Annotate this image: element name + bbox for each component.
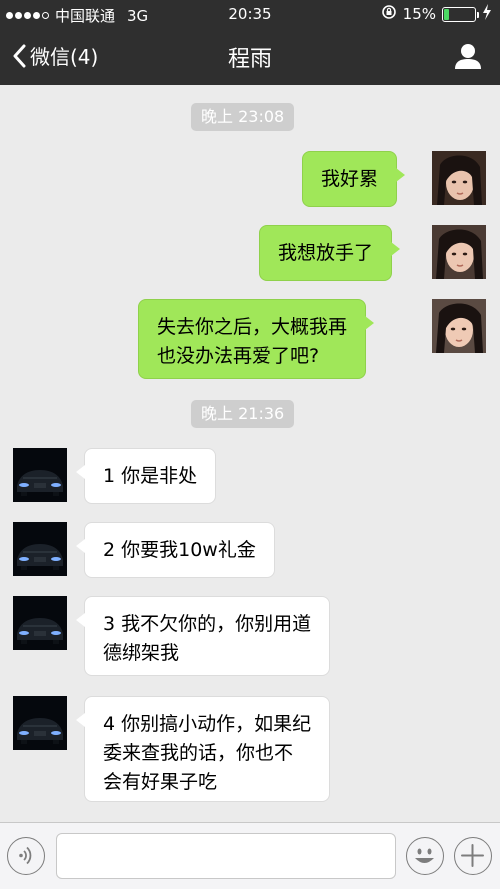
- message-bubble-received[interactable]: 4 你别搞小动作，如果纪 委来查我的话，你也不 会有好果子吃: [75, 696, 331, 802]
- rotation-lock-icon: [381, 4, 397, 24]
- message-bubble-received[interactable]: 3 我不欠你的，你别用道 德绑架我: [75, 596, 331, 676]
- contact-avatar[interactable]: [13, 522, 67, 576]
- status-bar: 中国联通 3G 20:35 15%: [0, 0, 500, 28]
- timestamp-chip: 晚上 21:36: [191, 400, 295, 428]
- contact-avatar[interactable]: [13, 448, 67, 502]
- message-bubble-sent[interactable]: 我想放手了: [259, 225, 401, 281]
- contact-avatar[interactable]: [13, 596, 67, 650]
- nav-bar: 微信(4) 程雨: [0, 28, 500, 85]
- message-bubble-received[interactable]: 1 你是非处: [75, 448, 217, 504]
- contact-profile-button[interactable]: [454, 42, 482, 70]
- smiley-icon: [415, 848, 434, 863]
- message-bubble-sent[interactable]: 失去你之后，大概我再 也没办法再爱了吧?: [138, 299, 375, 379]
- message-text: 我想放手了: [278, 242, 374, 264]
- message-text-line: 也没办法再爱了吧?: [157, 345, 320, 367]
- message-text-line: 德绑架我: [103, 642, 180, 664]
- message-text-input[interactable]: [56, 833, 396, 879]
- status-right: 15%: [381, 4, 492, 24]
- message-text: 我好累: [321, 168, 379, 190]
- voice-toggle-button[interactable]: [7, 837, 45, 875]
- chat-messages[interactable]: 晚上 23:08 我好累 我想放手了 失去你之后，大概我再 也没办法再爱了吧? …: [0, 85, 500, 822]
- message-text: 2 你要我10w礼金: [103, 539, 256, 561]
- my-avatar[interactable]: [432, 299, 486, 353]
- message-input-bar: [0, 822, 500, 889]
- my-avatar[interactable]: [432, 225, 486, 279]
- timestamp-chip: 晚上 23:08: [191, 103, 295, 131]
- message-text-line: 3 我不欠你的，你别用道: [103, 613, 312, 635]
- message-bubble-sent[interactable]: 我好累: [302, 151, 406, 207]
- chevron-left-icon: [13, 44, 26, 67]
- plus-icon: [461, 844, 484, 867]
- message-text-line: 4 你别搞小动作，如果纪: [103, 713, 312, 735]
- battery-fill: [444, 8, 449, 20]
- person-icon: [455, 44, 481, 69]
- back-button-label: 微信(4): [30, 45, 99, 69]
- battery-icon: [442, 6, 479, 22]
- message-text-line: 失去你之后，大概我再: [157, 316, 348, 338]
- voice-icon: [19, 846, 32, 865]
- contact-avatar[interactable]: [13, 696, 67, 750]
- message-bubble-received[interactable]: 2 你要我10w礼金: [76, 522, 275, 578]
- charging-bolt-icon: [482, 4, 492, 24]
- message-text: 1 你是非处: [103, 465, 198, 487]
- my-avatar[interactable]: [432, 151, 486, 205]
- message-text-line: 委来查我的话，你也不: [103, 742, 294, 764]
- back-button[interactable]: 微信(4): [12, 41, 98, 70]
- battery-percent-label: 15%: [402, 5, 436, 23]
- emoji-button[interactable]: [406, 837, 444, 875]
- message-text-line: 会有好果子吃: [103, 771, 218, 793]
- more-options-button[interactable]: [454, 837, 492, 875]
